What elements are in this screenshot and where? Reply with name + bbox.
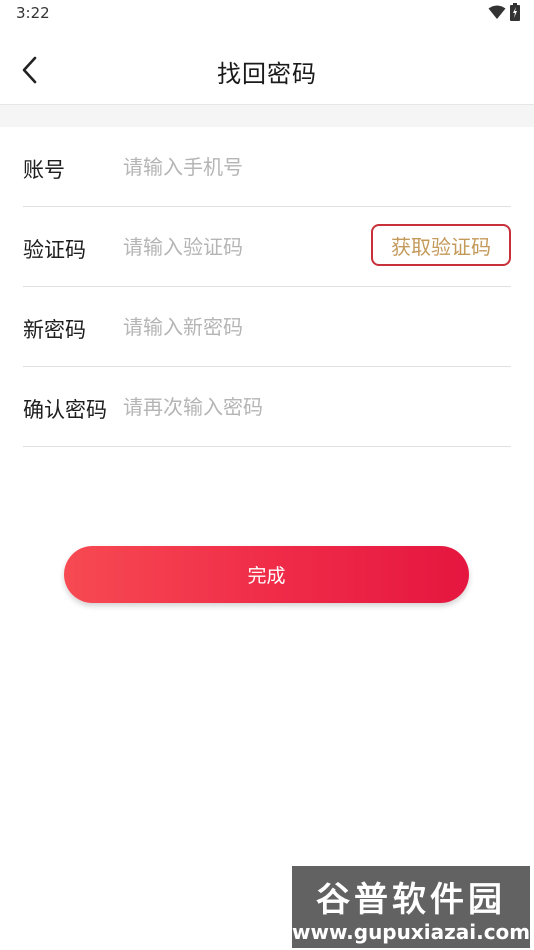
reset-password-form: 账号 验证码 获取验证码 新密码 确认密码 <box>0 127 534 447</box>
battery-icon <box>510 3 520 25</box>
new-password-row: 新密码 <box>23 287 511 367</box>
status-icons <box>488 3 520 25</box>
status-time: 3:22 <box>16 4 50 22</box>
section-spacer <box>0 105 534 127</box>
account-row: 账号 <box>23 127 511 207</box>
watermark-url: www.gupuxiazai.com <box>292 920 531 944</box>
confirm-password-row: 确认密码 <box>23 367 511 447</box>
confirm-password-input[interactable] <box>123 389 363 425</box>
site-watermark: 谷普软件园 www.gupuxiazai.com <box>292 866 530 948</box>
code-row: 验证码 获取验证码 <box>23 207 511 287</box>
wifi-icon <box>488 4 506 24</box>
status-bar: 3:22 <box>0 0 534 30</box>
code-label: 验证码 <box>23 238 86 262</box>
account-label: 账号 <box>23 158 65 182</box>
account-input[interactable] <box>123 149 363 185</box>
new-password-label: 新密码 <box>23 318 86 342</box>
page-title: 找回密码 <box>217 60 317 88</box>
confirm-password-label: 确认密码 <box>23 398 107 422</box>
code-input[interactable] <box>123 229 363 265</box>
new-password-input[interactable] <box>123 309 363 345</box>
nav-bar: 找回密码 <box>0 30 534 105</box>
get-code-button[interactable]: 获取验证码 <box>371 224 511 266</box>
watermark-title: 谷普软件园 <box>316 880 506 920</box>
submit-button[interactable]: 完成 <box>64 546 469 603</box>
